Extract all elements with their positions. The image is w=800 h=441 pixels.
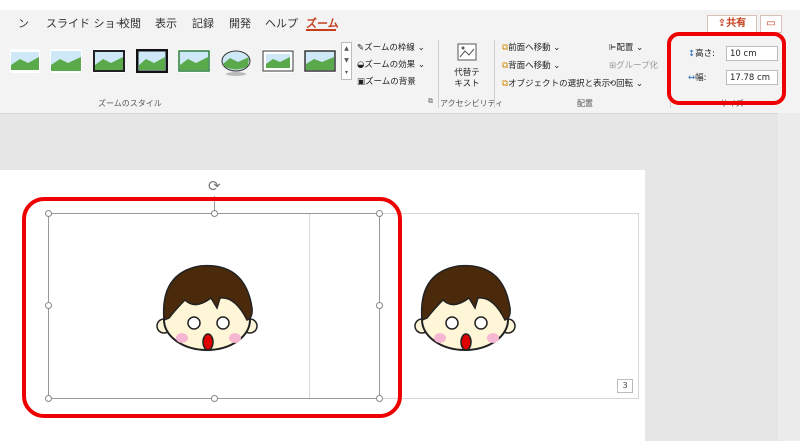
align-button[interactable]: ⊫配置 ⌄ — [609, 41, 643, 53]
share-icon: ⇪ — [717, 18, 727, 29]
chevron-down-icon: ⌄ — [415, 60, 425, 70]
zoom-style-7[interactable] — [262, 49, 294, 73]
active-tab-underline — [306, 29, 336, 31]
zoom-style-3[interactable] — [93, 49, 125, 73]
chevron-down-icon[interactable]: ▼ — [342, 55, 351, 67]
group-button[interactable]: ⊞グループ化 — [609, 59, 658, 71]
rotate-button[interactable]: ⟲回転 ⌄ — [609, 77, 643, 89]
tab-developer[interactable]: 開発 — [229, 15, 251, 31]
zoom-background-button[interactable]: ▣ズームの背景 — [357, 75, 416, 87]
alt-text-label-2: キスト — [454, 79, 480, 89]
ribbon-tabs: ン スライド ショー 校閲 表示 記録 開発 ヘルプ ズーム — [0, 10, 800, 34]
share-label: 共有 — [726, 18, 747, 29]
group-label-zoom-styles: ズームのスタイル — [98, 99, 162, 108]
zoom-style-2[interactable] — [50, 49, 82, 73]
gallery-scroll[interactable]: ▲ ▼ ▾ — [341, 42, 352, 80]
zoom-style-1[interactable] — [10, 49, 40, 73]
dialog-launcher-icon[interactable]: ⧉ — [428, 97, 433, 106]
chevron-down-icon: ⌄ — [414, 43, 425, 53]
zoom-border-button[interactable]: ✎ズームの枠線 ⌄ — [357, 41, 425, 53]
rotate-handle-icon[interactable]: ⟳ — [208, 177, 221, 195]
tab-help[interactable]: ヘルプ — [265, 15, 298, 31]
tab-record[interactable]: 記録 — [192, 15, 214, 31]
bring-forward-button[interactable]: ⧉前面へ移動 ⌄ — [502, 41, 560, 53]
tab-slideshow[interactable]: スライド ショー — [46, 15, 127, 31]
zoom-style-5[interactable] — [178, 49, 210, 73]
selection-highlight-box — [22, 197, 402, 418]
chevron-down-icon: ⌄ — [633, 43, 644, 53]
group-separator — [494, 40, 495, 108]
alt-text-label-1: 代替テ — [454, 68, 480, 78]
picture-icon: ▣ — [357, 77, 366, 87]
tab-review[interactable]: 校閲 — [119, 15, 141, 31]
boy-face-image[interactable] — [413, 258, 523, 353]
slide-number-badge: 3 — [617, 379, 633, 393]
send-backward-button[interactable]: ⧉背面へ移動 ⌄ — [502, 59, 560, 71]
zoom-style-8[interactable] — [304, 49, 336, 73]
chevron-down-icon: ⌄ — [633, 79, 643, 89]
tab-partial[interactable]: ン — [18, 15, 29, 31]
group-label-arrange: 配置 — [577, 99, 593, 108]
selection-pane-button[interactable]: ⧉オブジェクトの選択と表示 — [502, 77, 610, 89]
title-bar-strip — [0, 0, 800, 10]
alt-text-button[interactable]: 代替テ キスト — [449, 42, 485, 90]
gallery-more-icon[interactable]: ▾ — [342, 67, 351, 79]
group-separator — [438, 40, 439, 108]
zoom-style-6[interactable] — [220, 49, 252, 76]
scroll-area — [778, 113, 800, 441]
chevron-down-icon: ⌄ — [550, 43, 561, 53]
alt-text-icon — [457, 43, 477, 61]
size-highlight-box — [667, 32, 786, 105]
zoom-effects-button[interactable]: ◒ズームの効果 ⌄ — [357, 58, 425, 70]
zoom-style-4[interactable] — [136, 49, 168, 73]
share-button[interactable]: ⇪共有 — [707, 15, 757, 33]
chevron-up-icon[interactable]: ▲ — [342, 43, 351, 55]
chevron-down-icon: ⌄ — [550, 61, 561, 71]
comments-button[interactable]: ▭ — [760, 15, 782, 33]
comment-icon: ▭ — [766, 18, 776, 29]
tab-view[interactable]: 表示 — [155, 15, 177, 31]
